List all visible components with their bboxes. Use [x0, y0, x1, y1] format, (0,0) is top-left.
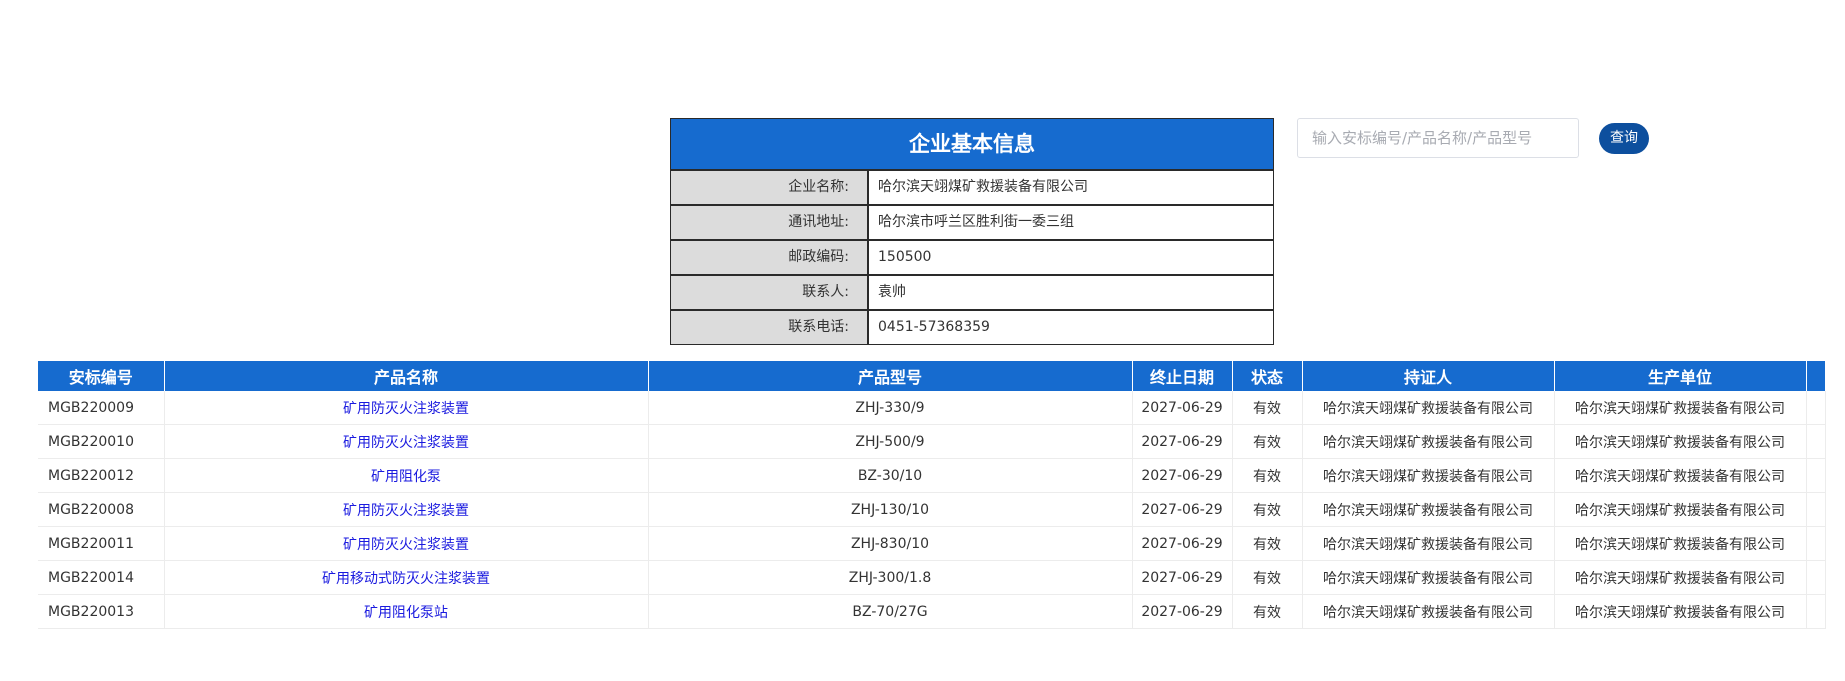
info-row-company-name: 企业名称: 哈尔滨天翊煤矿救援装备有限公司: [671, 169, 1273, 204]
cell-model: ZHJ-830/10: [648, 526, 1133, 561]
info-label: 联系电话:: [671, 311, 869, 344]
cell-model: BZ-30/10: [648, 458, 1133, 493]
cell-holder: 哈尔滨天翊煤矿救援装备有限公司: [1302, 424, 1555, 459]
info-value: 哈尔滨市呼兰区胜利街一委三组: [878, 214, 1074, 230]
column-header-manufacturer: 生产单位: [1554, 361, 1807, 391]
cell-extra: [1806, 492, 1826, 527]
cell-name: 矿用防灭火注浆装置: [164, 391, 649, 425]
cell-status: 有效: [1232, 391, 1303, 425]
cell-id: MGB220013: [38, 594, 165, 629]
cell-status: 有效: [1232, 492, 1303, 527]
column-header-holder: 持证人: [1302, 361, 1555, 391]
product-name-link[interactable]: 矿用阻化泵: [371, 469, 441, 485]
info-label: 企业名称:: [671, 171, 869, 204]
search-button[interactable]: 查询: [1599, 123, 1649, 154]
column-header-end-date: 终止日期: [1132, 361, 1233, 391]
cell-extra: [1806, 458, 1826, 493]
cell-id: MGB220008: [38, 492, 165, 527]
info-label: 联系人:: [671, 276, 869, 309]
product-name-link[interactable]: 矿用阻化泵站: [364, 605, 448, 621]
table-row: MGB220009 矿用防灭火注浆装置 ZHJ-330/9 2027-06-29…: [38, 391, 1826, 425]
cell-manufacturer: 哈尔滨天翊煤矿救援装备有限公司: [1554, 560, 1807, 595]
cell-extra: [1806, 391, 1826, 425]
column-header-status: 状态: [1232, 361, 1303, 391]
cell-extra: [1806, 594, 1826, 629]
column-header-id: 安标编号: [38, 361, 165, 391]
cell-status: 有效: [1232, 424, 1303, 459]
product-name-link[interactable]: 矿用防灭火注浆装置: [343, 435, 469, 451]
table-header-row: 安标编号 产品名称 产品型号 终止日期 状态 持证人 生产单位: [38, 361, 1826, 391]
cell-manufacturer: 哈尔滨天翊煤矿救援装备有限公司: [1554, 492, 1807, 527]
product-name-link[interactable]: 矿用防灭火注浆装置: [343, 537, 469, 553]
info-row-address: 通讯地址: 哈尔滨市呼兰区胜利街一委三组: [671, 204, 1273, 239]
cell-id: MGB220012: [38, 458, 165, 493]
cell-status: 有效: [1232, 458, 1303, 493]
cell-status: 有效: [1232, 560, 1303, 595]
cell-end-date: 2027-06-29: [1132, 458, 1233, 493]
cell-model: ZHJ-130/10: [648, 492, 1133, 527]
info-value: 哈尔滨天翊煤矿救援装备有限公司: [878, 179, 1088, 195]
cell-model: BZ-70/27G: [648, 594, 1133, 629]
cell-name: 矿用防灭火注浆装置: [164, 424, 649, 459]
table-row: MGB220014 矿用移动式防灭火注浆装置 ZHJ-300/1.8 2027-…: [38, 560, 1826, 595]
info-row-phone: 联系电话: 0451-57368359: [671, 309, 1273, 344]
cell-extra: [1806, 424, 1826, 459]
cell-end-date: 2027-06-29: [1132, 560, 1233, 595]
cell-end-date: 2027-06-29: [1132, 391, 1233, 425]
cell-status: 有效: [1232, 594, 1303, 629]
cell-name: 矿用防灭火注浆装置: [164, 492, 649, 527]
cell-manufacturer: 哈尔滨天翊煤矿救援装备有限公司: [1554, 424, 1807, 459]
cell-name: 矿用防灭火注浆装置: [164, 526, 649, 561]
cell-end-date: 2027-06-29: [1132, 594, 1233, 629]
company-info-title: 企业基本信息: [671, 119, 1273, 169]
table-row: MGB220011 矿用防灭火注浆装置 ZHJ-830/10 2027-06-2…: [38, 526, 1826, 561]
product-name-link[interactable]: 矿用防灭火注浆装置: [343, 503, 469, 519]
cell-model: ZHJ-330/9: [648, 391, 1133, 425]
cell-id: MGB220010: [38, 424, 165, 459]
products-table: 安标编号 产品名称 产品型号 终止日期 状态 持证人 生产单位 MGB22000…: [38, 361, 1826, 629]
column-header-model: 产品型号: [648, 361, 1133, 391]
cell-holder: 哈尔滨天翊煤矿救援装备有限公司: [1302, 560, 1555, 595]
info-label: 邮政编码:: [671, 241, 869, 274]
cell-name: 矿用阻化泵站: [164, 594, 649, 629]
cell-holder: 哈尔滨天翊煤矿救援装备有限公司: [1302, 492, 1555, 527]
cell-holder: 哈尔滨天翊煤矿救援装备有限公司: [1302, 526, 1555, 561]
cell-manufacturer: 哈尔滨天翊煤矿救援装备有限公司: [1554, 458, 1807, 493]
search-input[interactable]: [1297, 118, 1579, 158]
column-header-name: 产品名称: [164, 361, 649, 391]
cell-status: 有效: [1232, 526, 1303, 561]
cell-manufacturer: 哈尔滨天翊煤矿救援装备有限公司: [1554, 391, 1807, 425]
company-info-card: 企业基本信息 企业名称: 哈尔滨天翊煤矿救援装备有限公司 通讯地址: 哈尔滨市呼…: [670, 118, 1274, 345]
table-row: MGB220013 矿用阻化泵站 BZ-70/27G 2027-06-29 有效…: [38, 594, 1826, 629]
cell-model: ZHJ-500/9: [648, 424, 1133, 459]
cell-id: MGB220011: [38, 526, 165, 561]
info-value: 袁帅: [878, 284, 906, 300]
cell-holder: 哈尔滨天翊煤矿救援装备有限公司: [1302, 594, 1555, 629]
cell-model: ZHJ-300/1.8: [648, 560, 1133, 595]
info-row-postcode: 邮政编码: 150500: [671, 239, 1273, 274]
table-row: MGB220012 矿用阻化泵 BZ-30/10 2027-06-29 有效 哈…: [38, 458, 1826, 493]
column-header-extra: [1806, 361, 1826, 391]
product-name-link[interactable]: 矿用防灭火注浆装置: [343, 401, 469, 417]
table-row: MGB220008 矿用防灭火注浆装置 ZHJ-130/10 2027-06-2…: [38, 492, 1826, 527]
cell-holder: 哈尔滨天翊煤矿救援装备有限公司: [1302, 458, 1555, 493]
info-row-contact: 联系人: 袁帅: [671, 274, 1273, 309]
cell-extra: [1806, 560, 1826, 595]
cell-id: MGB220014: [38, 560, 165, 595]
cell-manufacturer: 哈尔滨天翊煤矿救援装备有限公司: [1554, 526, 1807, 561]
table-row: MGB220010 矿用防灭火注浆装置 ZHJ-500/9 2027-06-29…: [38, 424, 1826, 459]
info-value: 150500: [878, 249, 932, 265]
cell-manufacturer: 哈尔滨天翊煤矿救援装备有限公司: [1554, 594, 1807, 629]
info-value: 0451-57368359: [878, 319, 990, 335]
cell-name: 矿用阻化泵: [164, 458, 649, 493]
cell-end-date: 2027-06-29: [1132, 424, 1233, 459]
cell-end-date: 2027-06-29: [1132, 492, 1233, 527]
info-label: 通讯地址:: [671, 206, 869, 239]
cell-holder: 哈尔滨天翊煤矿救援装备有限公司: [1302, 391, 1555, 425]
cell-id: MGB220009: [38, 391, 165, 425]
product-name-link[interactable]: 矿用移动式防灭火注浆装置: [322, 571, 490, 587]
cell-extra: [1806, 526, 1826, 561]
cell-name: 矿用移动式防灭火注浆装置: [164, 560, 649, 595]
cell-end-date: 2027-06-29: [1132, 526, 1233, 561]
